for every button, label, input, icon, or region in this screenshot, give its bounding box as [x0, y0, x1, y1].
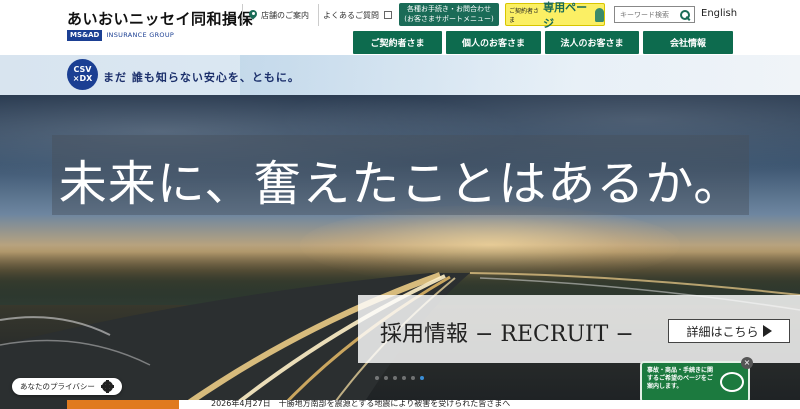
support-line2: (お客さまサポートメニュー): [404, 15, 494, 23]
group-logo: MS&AD INSURANCE GROUP: [67, 29, 175, 41]
english-link[interactable]: English: [701, 8, 737, 19]
external-link-icon: [384, 11, 392, 19]
csv-dx-badge: CSV ×DX: [67, 59, 98, 90]
news-strip: 2026年4月27日 十勝地方南部を震源とする地震により被害を受けられた皆さまへ: [67, 400, 800, 409]
recruit-title: 採用情報 − RECRUIT −: [380, 322, 634, 347]
play-arrow-icon: [762, 325, 772, 337]
recruit-details-button[interactable]: 詳細はこちら: [668, 319, 790, 343]
support-line1: 各種お手続き・お問合わせ: [407, 5, 491, 13]
nav-item-individual[interactable]: 個人のお客さま: [446, 31, 541, 54]
nav-item-company-info[interactable]: 会社情報: [643, 31, 733, 54]
chat-widget-text: 事故・商品・手続きに関するご希望のページをご案内します。: [647, 367, 714, 390]
location-pin-icon: [249, 10, 257, 21]
hero-carousel: 未来に、奮えたことはあるか。 採用情報 − RECRUIT − 詳細はこちら あ…: [0, 95, 800, 409]
carousel-dot[interactable]: [384, 376, 388, 380]
recruit-details-label: 詳細はこちら: [686, 324, 759, 339]
carousel-dot-active[interactable]: [420, 376, 424, 380]
hero-headline-box: 未来に、奮えたことはあるか。: [52, 135, 749, 215]
hero-headline: 未来に、奮えたことはあるか。: [58, 156, 743, 212]
mypage-big-label: 専用ページ: [543, 0, 588, 30]
mypage-button[interactable]: ご契約者さま 専用ページ: [505, 1, 605, 30]
mypage-small-label: ご契約者さま: [509, 7, 540, 24]
recruit-banner: 採用情報 − RECRUIT − 詳細はこちら: [358, 295, 800, 363]
chat-bubble-icon: [720, 372, 744, 392]
page: あいおいニッセイ同和損保 MS&AD INSURANCE GROUP 店舗のご案…: [0, 0, 800, 409]
site-header: あいおいニッセイ同和損保 MS&AD INSURANCE GROUP 店舗のご案…: [0, 0, 800, 55]
chat-widget[interactable]: 事故・商品・手続きに関するご希望のページをご案内します。: [640, 361, 750, 403]
carousel-dot[interactable]: [402, 376, 406, 380]
divider: [242, 4, 243, 26]
news-headline[interactable]: 2026年4月27日 十勝地方南部を震源とする地震により被害を受けられた皆さまへ: [211, 400, 510, 409]
group-logo-text: INSURANCE GROUP: [106, 31, 175, 39]
search-box: [614, 6, 695, 23]
badge-line1: CSV: [73, 65, 92, 74]
divider: [318, 4, 319, 26]
tagline-band: CSV ×DX まだ 誰も知らない安心を、ともに。: [0, 55, 800, 95]
msad-logo-mark: MS&AD: [67, 29, 103, 41]
company-logo[interactable]: あいおいニッセイ同和損保: [67, 8, 253, 29]
chat-close-icon[interactable]: ×: [741, 357, 753, 369]
carousel-dot[interactable]: [375, 376, 379, 380]
tagline: まだ 誰も知らない安心を、ともに。: [103, 71, 300, 84]
nav-item-corporate[interactable]: 法人のお客さま: [545, 31, 639, 54]
search-input[interactable]: [615, 7, 679, 22]
privacy-label: あなたのプライバシー: [20, 382, 95, 391]
gear-icon: [101, 380, 114, 393]
store-info-link[interactable]: 店舗のご案内: [249, 5, 309, 25]
nav-item-policyholders[interactable]: ご契約者さま: [353, 31, 442, 54]
privacy-settings-button[interactable]: あなたのプライバシー: [12, 378, 122, 395]
support-menu-button[interactable]: 各種お手続き・お問合わせ (お客さまサポートメニュー): [399, 3, 499, 26]
news-tab[interactable]: [67, 400, 179, 409]
carousel-dot[interactable]: [393, 376, 397, 380]
carousel-dot[interactable]: [411, 376, 415, 380]
search-icon[interactable]: [679, 9, 691, 21]
mascot-icon: [595, 7, 604, 22]
carousel-dots: [375, 376, 424, 380]
faq-label: よくあるご質問: [323, 10, 379, 20]
faq-link[interactable]: よくあるご質問: [323, 5, 392, 25]
badge-line2: ×DX: [72, 74, 93, 83]
store-info-label: 店舗のご案内: [261, 10, 309, 20]
